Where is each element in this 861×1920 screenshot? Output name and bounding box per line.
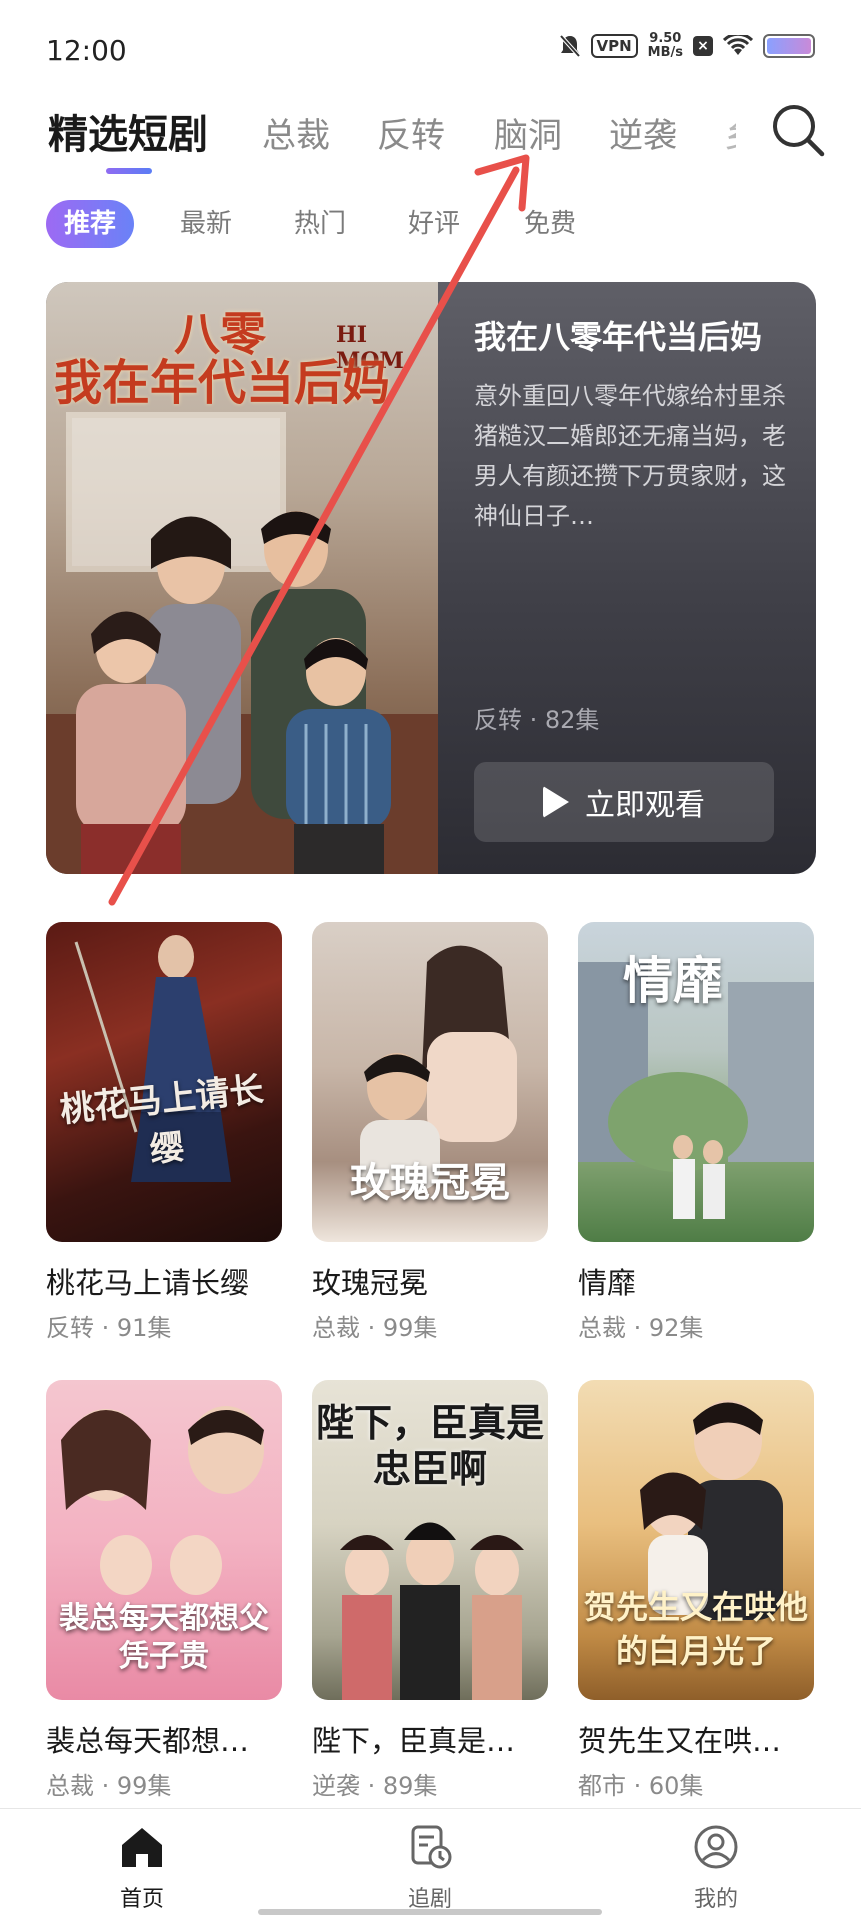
net-speed-unit: MB/s <box>647 45 683 60</box>
chip-latest[interactable]: 最新 <box>180 200 232 248</box>
chip-recommend[interactable]: 推荐 <box>46 200 135 248</box>
poster-title-line2: 我在年代当后妈 <box>54 355 391 412</box>
drama-meta: 总裁 · 92集 <box>578 1314 704 1342</box>
drama-poster[interactable]: 情靡 <box>578 922 814 1242</box>
drama-title[interactable]: 情靡 <box>578 1260 814 1302</box>
featured-title[interactable]: 我在八零年代当后妈 <box>474 316 794 358</box>
drama-meta: 逆袭 · 89集 <box>312 1772 438 1800</box>
status-time: 12:00 <box>46 34 127 67</box>
featured-poster[interactable]: HI MOM 八零 我在年代当后妈 <box>46 282 438 874</box>
drama-card[interactable]: 陛下，臣真是忠臣啊 陛下，臣真是… 逆袭 · 89集 <box>312 1380 548 1801</box>
nav-profile-label: 我的 <box>693 1887 738 1912</box>
search-icon <box>773 105 825 157</box>
poster-title-text: 玫瑰冠冕 <box>350 1159 510 1206</box>
drama-poster[interactable]: 桃花马上请长缨 <box>46 922 282 1242</box>
net-speed: 9.50 MB/s <box>648 32 683 60</box>
wifi-icon <box>723 35 753 57</box>
active-tab-indicator <box>106 168 152 174</box>
featured-card[interactable]: HI MOM 八零 我在年代当后妈 我在八零年代当后妈 意外重回八零年代嫁给村里… <box>46 282 816 874</box>
tab-ceo[interactable]: 总裁 <box>262 108 330 157</box>
poster-title-text: 情靡 <box>623 951 723 1010</box>
poster-title-text: 裴总每天都想父凭子贵 <box>59 1601 269 1674</box>
tab-overflow[interactable]: 乡 <box>724 108 736 157</box>
drama-meta: 总裁 · 99集 <box>312 1314 438 1342</box>
drama-title[interactable]: 贺先生又在哄… <box>578 1718 814 1760</box>
drama-card[interactable]: 玫瑰冠冕 玫瑰冠冕 总裁 · 99集 <box>312 922 548 1343</box>
tab-featured[interactable]: 精选短剧 <box>48 102 208 160</box>
chip-free[interactable]: 免费 <box>524 200 576 248</box>
nav-home-label: 首页 <box>119 1887 164 1912</box>
net-speed-value: 9.50 <box>649 31 682 46</box>
bottom-navigation: 首页 追剧 我的 <box>0 1808 861 1920</box>
poster-family-illustration <box>46 511 438 874</box>
drama-title[interactable]: 玫瑰冠冕 <box>312 1260 548 1302</box>
tab-brainstorm[interactable]: 脑洞 <box>494 108 562 157</box>
drama-poster[interactable]: 陛下，臣真是忠臣啊 <box>312 1380 548 1700</box>
status-icons: VPN 9.50 MB/s × <box>559 32 815 60</box>
drama-card[interactable]: 裴总每天都想父凭子贵 裴总每天都想… 总裁 · 99集 <box>46 1380 282 1801</box>
drama-card[interactable]: 情靡 情靡 总裁 · 92集 <box>578 922 814 1343</box>
drama-poster[interactable]: 玫瑰冠冕 <box>312 922 548 1242</box>
nav-profile[interactable]: 我的 <box>656 1823 776 1913</box>
drama-meta: 反转 · 91集 <box>46 1314 172 1342</box>
tab-twist[interactable]: 反转 <box>377 108 445 157</box>
nav-home[interactable]: 首页 <box>82 1823 202 1913</box>
filter-chips: 推荐 最新 热门 好评 免费 <box>46 200 846 250</box>
drama-meta: 总裁 · 99集 <box>46 1772 172 1800</box>
poster-title-text: 贺先生又在哄他的白月光了 <box>583 1588 808 1670</box>
vpn-icon: VPN <box>590 34 638 58</box>
drama-poster[interactable]: 贺先生又在哄他的白月光了 <box>578 1380 814 1700</box>
tab-comeback[interactable]: 逆袭 <box>609 108 677 157</box>
home-indicator <box>258 1909 602 1915</box>
drama-card[interactable]: 贺先生又在哄他的白月光了 贺先生又在哄… 都市 · 60集 <box>578 1380 814 1801</box>
drama-title[interactable]: 陛下，臣真是… <box>312 1718 548 1760</box>
battery-icon <box>763 34 815 58</box>
chip-top-rated[interactable]: 好评 <box>408 200 460 248</box>
home-icon <box>122 1828 162 1867</box>
poster-title: 八零 我在年代当后妈 <box>54 310 434 409</box>
poster-title-text: 陛下，臣真是忠臣啊 <box>315 1400 544 1491</box>
featured-info: 我在八零年代当后妈 意外重回八零年代嫁给村里杀猪糙汉二婚郎还无痛当妈，老男人有颜… <box>474 316 794 536</box>
watch-now-button[interactable]: 立即观看 <box>474 762 774 842</box>
sim-off-icon: × <box>693 36 713 56</box>
search-button[interactable] <box>768 100 828 160</box>
drama-meta: 都市 · 60集 <box>578 1772 704 1800</box>
watch-now-label: 立即观看 <box>585 788 705 823</box>
drama-poster[interactable]: 裴总每天都想父凭子贵 <box>46 1380 282 1700</box>
drama-title[interactable]: 裴总每天都想… <box>46 1718 282 1760</box>
poster-title-line1: 八零 <box>174 307 266 361</box>
history-icon <box>411 1825 452 1869</box>
play-icon <box>543 786 569 818</box>
nav-following[interactable]: 追剧 <box>370 1823 490 1913</box>
featured-meta: 反转 · 82集 <box>474 706 600 734</box>
drama-card[interactable]: 桃花马上请长缨 桃花马上请长缨 反转 · 91集 <box>46 922 282 1343</box>
featured-description: 意外重回八零年代嫁给村里杀猪糙汉二婚郎还无痛当妈，老男人有颜还攒下万贯家财，这神… <box>474 382 786 530</box>
drama-title[interactable]: 桃花马上请长缨 <box>46 1260 282 1302</box>
category-tabs: 精选短剧 总裁 反转 脑洞 逆袭 乡 <box>0 100 861 180</box>
status-bar: 12:00 VPN 9.50 MB/s × <box>0 0 861 100</box>
profile-icon <box>694 1825 738 1869</box>
mute-icon <box>559 34 581 58</box>
chip-hot[interactable]: 热门 <box>294 200 346 248</box>
